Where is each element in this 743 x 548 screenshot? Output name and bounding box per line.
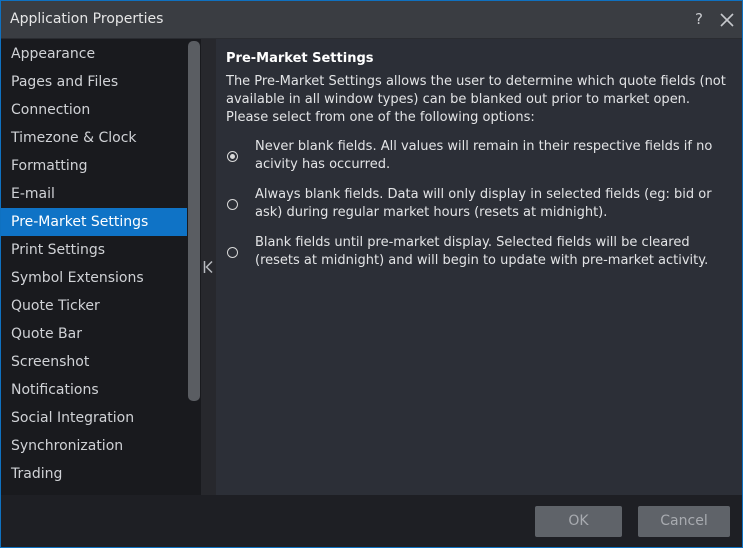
- option-label: Blank fields until pre-market display. S…: [255, 235, 709, 268]
- sidebar-item-appearance[interactable]: Appearance: [1, 40, 187, 68]
- option-label: Always blank fields. Data will only disp…: [255, 187, 712, 220]
- radio-always-blank[interactable]: [227, 199, 238, 210]
- sidebar-scrollbar[interactable]: [188, 41, 200, 401]
- title-bar: Application Properties ?: [1, 1, 742, 39]
- sidebar-item-timezone-clock[interactable]: Timezone & Clock: [1, 124, 187, 152]
- settings-content-panel: Pre-Market Settings The Pre-Market Setti…: [216, 39, 742, 495]
- sidebar-item-notifications[interactable]: Notifications: [1, 376, 187, 404]
- window-title: Application Properties: [10, 11, 164, 27]
- section-description: The Pre-Market Settings allows the user …: [226, 74, 726, 125]
- radio-blank-until-pre-market[interactable]: [227, 247, 238, 258]
- settings-sidebar: Appearance Pages and Files Connection Ti…: [1, 39, 201, 495]
- sidebar-item-screenshot[interactable]: Screenshot: [1, 348, 187, 376]
- sidebar-item-formatting[interactable]: Formatting: [1, 152, 187, 180]
- section-heading: Pre-Market Settings: [226, 51, 374, 66]
- ok-button[interactable]: OK: [535, 506, 622, 537]
- radio-never-blank[interactable]: [227, 151, 238, 162]
- sidebar-item-email[interactable]: E-mail: [1, 180, 187, 208]
- sidebar-item-symbol-extensions[interactable]: Symbol Extensions: [1, 264, 187, 292]
- sidebar-item-trading[interactable]: Trading: [1, 460, 187, 488]
- sidebar-item-quote-ticker[interactable]: Quote Ticker: [1, 292, 187, 320]
- sidebar-item-social-integration[interactable]: Social Integration: [1, 404, 187, 432]
- sidebar-item-pre-market-settings[interactable]: Pre-Market Settings: [1, 208, 187, 236]
- collapse-left-icon[interactable]: [203, 260, 214, 274]
- option-label: Never blank fields. All values will rema…: [255, 139, 713, 172]
- sidebar-item-pages-and-files[interactable]: Pages and Files: [1, 68, 187, 96]
- cancel-button[interactable]: Cancel: [638, 506, 730, 537]
- sidebar-item-synchronization[interactable]: Synchronization: [1, 432, 187, 460]
- sidebar-item-connection[interactable]: Connection: [1, 96, 187, 124]
- dialog-footer: OK Cancel: [1, 495, 742, 547]
- close-icon[interactable]: [718, 11, 736, 29]
- sidebar-item-print-settings[interactable]: Print Settings: [1, 236, 187, 264]
- sidebar-item-quote-bar[interactable]: Quote Bar: [1, 320, 187, 348]
- application-properties-window: Application Properties ? Appearance Page…: [0, 0, 743, 548]
- help-icon[interactable]: ?: [689, 9, 709, 29]
